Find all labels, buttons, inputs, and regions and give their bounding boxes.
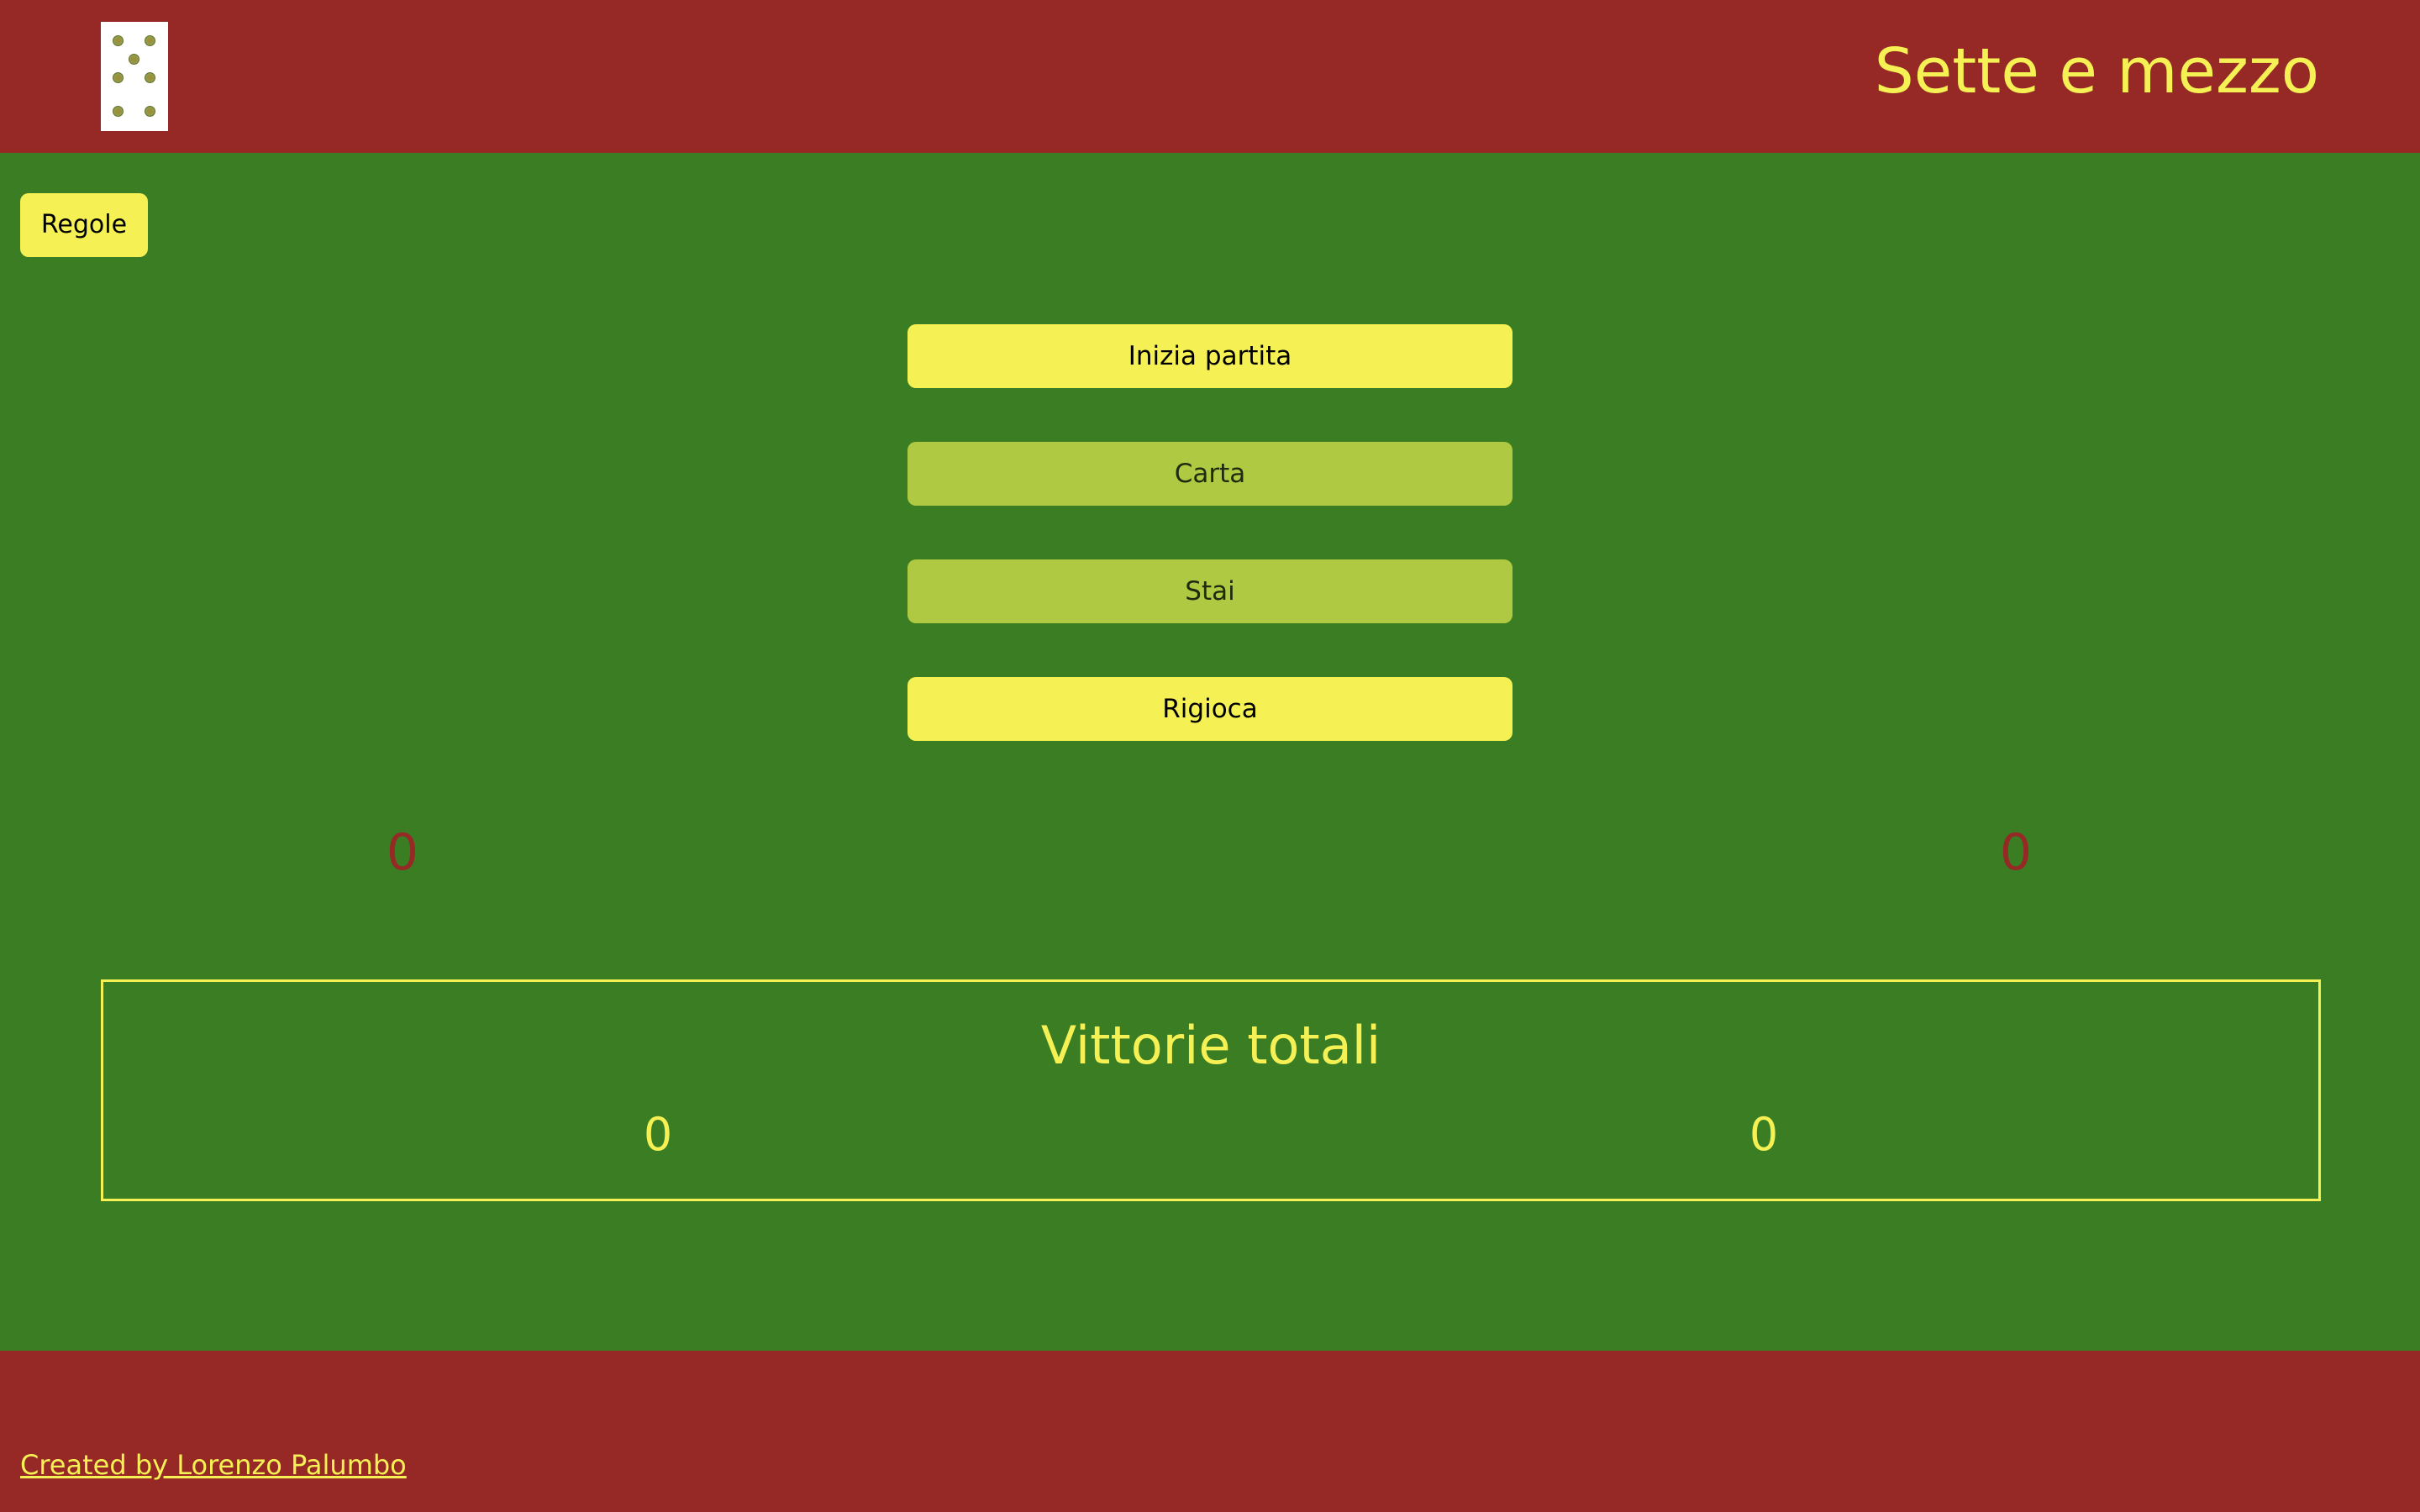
author-credit-link[interactable]: Created by Lorenzo Palumbo [20,1446,407,1483]
app-title: Sette e mezzo [1874,35,2319,108]
coin-pip [145,35,155,46]
player-victories: 0 [643,1108,673,1161]
stay-button[interactable]: Stai [908,559,1512,623]
coin-pip [113,106,124,117]
footer-bar [0,1351,2420,1512]
total-victories-title: Vittorie totali [1040,1015,1381,1076]
playing-card-icon [101,22,168,131]
coin-pip [145,106,155,117]
player-score: 0 [386,823,419,882]
start-game-button[interactable]: Inizia partita [908,324,1512,388]
dealer-victories: 0 [1749,1108,1779,1161]
total-victories-panel: Vittorie totali 0 0 [101,979,2321,1201]
coin-pip [145,72,155,83]
header-bar: Sette e mezzo [0,0,2420,153]
game-page: Sette e mezzo Regole Inizia partita Cart… [0,0,2420,1512]
coin-pip [113,35,124,46]
draw-card-button[interactable]: Carta [908,442,1512,506]
rules-button[interactable]: Regole [20,193,148,257]
replay-button[interactable]: Rigioca [908,677,1512,741]
dealer-score: 0 [1999,823,2033,882]
coin-pip [129,54,139,65]
coin-pip [113,72,124,83]
